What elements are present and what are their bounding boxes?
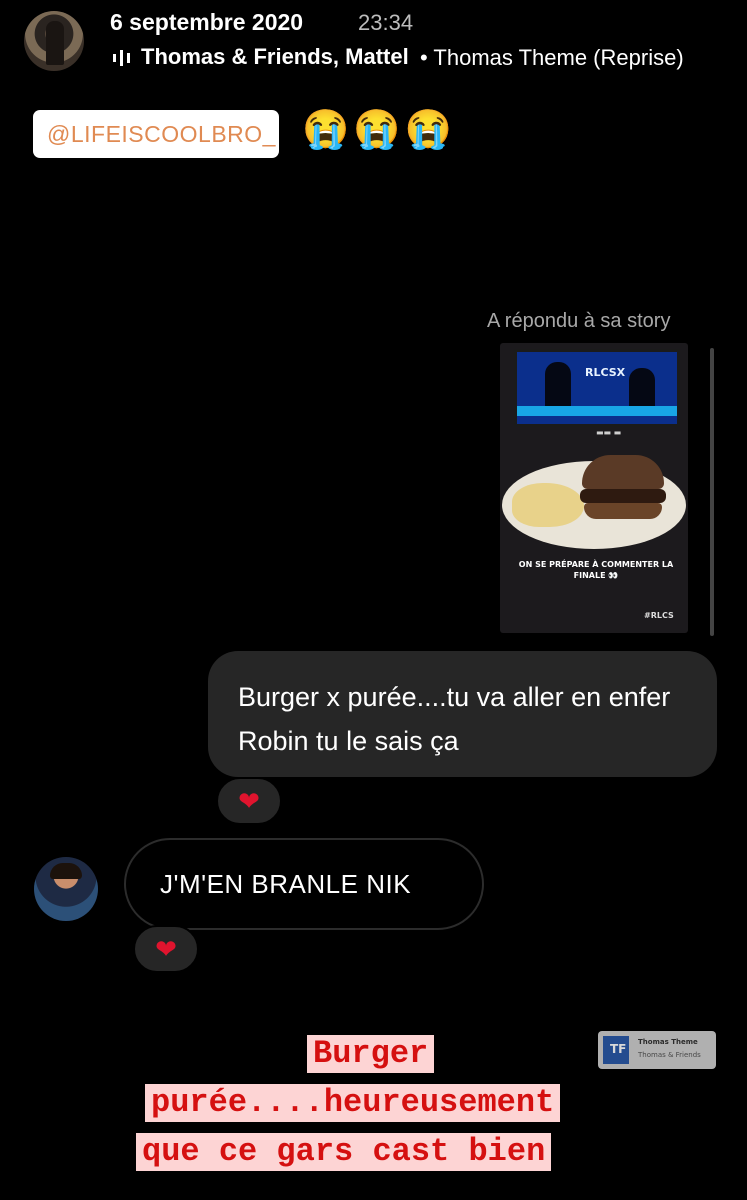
- mention-sticker[interactable]: @LIFEISCOOLBRO_: [33, 110, 279, 158]
- overlay-text-line-3: que ce gars cast bien: [136, 1133, 552, 1171]
- story-time: 23:34: [358, 10, 414, 35]
- tv-logo: RLCSX: [585, 366, 626, 379]
- album-art: TF: [603, 1036, 629, 1064]
- music-song-title[interactable]: • Thomas Theme (Reprise): [420, 45, 684, 71]
- burger-bun: [582, 455, 664, 489]
- profile-avatar[interactable]: [24, 11, 84, 71]
- crying-emojis: 😭😭😭: [302, 109, 456, 151]
- music-sticker-title: Thomas Theme: [638, 1038, 698, 1046]
- music-artist[interactable]: Thomas & Friends, Mattel: [141, 44, 409, 70]
- story-hashtag: #RLCS: [644, 611, 674, 620]
- tv-tag: ▬▬ ▬: [596, 428, 622, 437]
- overlay-text-line-2: purée....heureusement: [145, 1084, 561, 1122]
- outgoing-message-bubble[interactable]: Burger x purée....tu va aller en enfer R…: [208, 651, 717, 777]
- incoming-message-bubble[interactable]: J'M'EN BRANLE NIK: [124, 838, 484, 930]
- heart-reaction[interactable]: ❤: [133, 925, 199, 973]
- story-reply-indicator: [710, 348, 714, 636]
- music-sticker-artist: Thomas & Friends: [638, 1051, 701, 1059]
- burger-patty: [580, 489, 666, 503]
- sender-avatar[interactable]: [34, 857, 98, 921]
- story-caption: ON SE PRÉPARE À COMMENTER LA FINALE 👀: [518, 560, 674, 580]
- burger-bottom-bun: [584, 503, 662, 519]
- story-thumbnail[interactable]: RLCSX ▬▬ ▬ ON SE PRÉPARE À COMMENTER LA …: [500, 343, 688, 633]
- puree: [512, 483, 584, 527]
- tv-screen: RLCSX: [514, 349, 680, 427]
- overlay-text-line-1: Burger: [307, 1035, 435, 1073]
- story-date: 6 septembre 2020: [110, 9, 304, 35]
- heart-icon: ❤: [238, 785, 260, 816]
- reply-label: A répondu à sa story: [487, 310, 671, 332]
- music-sticker[interactable]: TF Thomas Theme Thomas & Friends: [598, 1031, 716, 1069]
- heart-reaction[interactable]: ❤: [216, 777, 282, 825]
- music-bars-icon: [113, 50, 130, 66]
- heart-icon: ❤: [155, 933, 177, 964]
